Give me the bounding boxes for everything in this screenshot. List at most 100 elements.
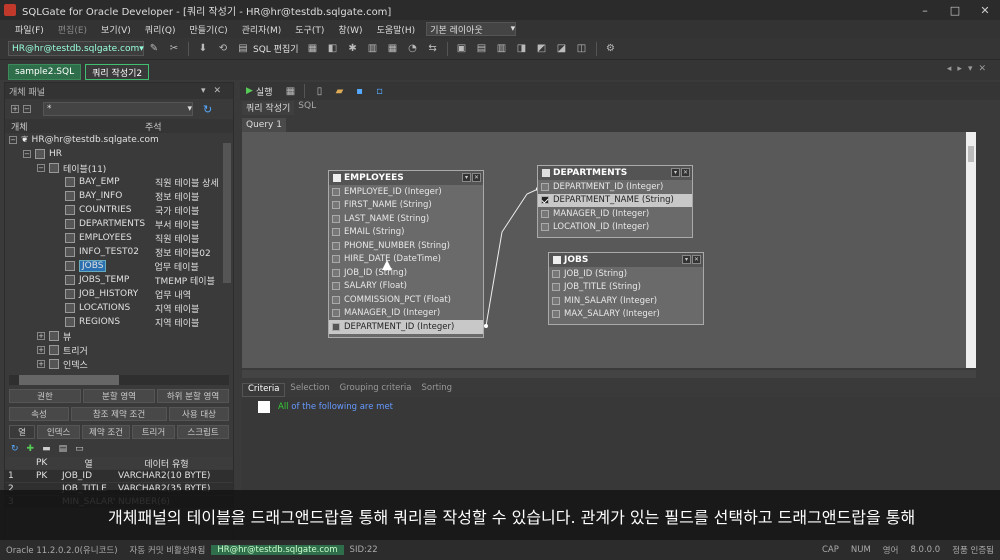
tree-connection[interactable]: − ❦ HR@hr@testdb.sqlgate.com (5, 133, 233, 147)
expand-all-icon[interactable]: + (11, 105, 19, 113)
field-checkbox[interactable] (332, 201, 340, 210)
tree-tables[interactable]: − 테이블(11) (5, 161, 233, 175)
field-checkbox[interactable] (332, 268, 340, 277)
entity-field[interactable]: EMAIL (String) (329, 226, 483, 240)
entity-field[interactable]: DEPARTMENT_ID (Integer) (538, 180, 692, 194)
collapse-icon[interactable]: − (9, 136, 17, 144)
collapse-icon[interactable]: − (23, 150, 31, 158)
entity-field[interactable]: LOCATION_ID (Integer) (538, 221, 692, 235)
entity-departments[interactable]: DEPARTMENTS ▾ ✕ DEPARTMENT_ID (Integer) DEP… (537, 165, 693, 238)
layout-select[interactable]: 기본 레이아웃 ▾ (426, 22, 517, 36)
tab-constraints[interactable]: 제약 조건 (82, 425, 130, 439)
tab-query1[interactable]: Query 1 (242, 118, 286, 132)
tree-table-item[interactable]: JOBS 업무 테이블 (5, 259, 233, 273)
schema-icon[interactable]: ▥ (365, 41, 381, 57)
tab-query-builder-view[interactable]: 쿼리 작성기 (242, 101, 295, 115)
print-icon[interactable]: ▤ (59, 444, 68, 454)
canvas-hscroll[interactable] (242, 370, 976, 378)
tree-table-item[interactable]: DEPARTMENTS 부서 테이블 (5, 217, 233, 231)
tree-indexes[interactable]: + 인덱스 (5, 357, 233, 371)
maximize-button[interactable]: □ (940, 0, 970, 20)
save-icon[interactable]: ▪ (351, 83, 367, 99)
entity-field[interactable]: DEPARTMENT_ID (Integer) (329, 320, 483, 334)
menu-window[interactable]: 창(W) (331, 23, 369, 36)
entity-field[interactable]: JOB_TITLE (String) (549, 281, 703, 295)
field-checkbox[interactable] (332, 187, 340, 196)
field-checkbox[interactable] (552, 310, 560, 319)
menu-query[interactable]: 쿼리(Q) (138, 23, 183, 36)
tab-criteria[interactable]: Criteria (242, 383, 286, 397)
field-checkbox[interactable] (541, 209, 549, 218)
expand-icon[interactable]: + (37, 332, 45, 340)
compare-icon[interactable]: ⇆ (425, 41, 441, 57)
layout7-icon[interactable]: ◫ (574, 41, 590, 57)
menu-file[interactable]: 파일(F) (8, 23, 51, 36)
criteria-all-link[interactable]: All (278, 402, 289, 412)
menu-view[interactable]: 보기(V) (94, 23, 138, 36)
field-checkbox[interactable] (552, 296, 560, 305)
entity-field[interactable]: SALARY (Float) (329, 280, 483, 294)
field-checkbox[interactable] (541, 196, 549, 205)
table-row[interactable]: 1 PK JOB_ID VARCHAR2(10 BYTE) (5, 470, 233, 483)
field-checkbox[interactable] (541, 223, 549, 232)
minimize-button[interactable]: – (910, 0, 940, 20)
tree-table-item[interactable]: EMPLOYEES 직원 테이블 (5, 231, 233, 245)
tree-schema[interactable]: − HR (5, 147, 233, 161)
remove-icon[interactable]: ▬ (42, 444, 51, 454)
expand-icon[interactable]: + (37, 346, 45, 354)
tab-nav-icons[interactable]: ◂▸▾✕ (947, 64, 992, 74)
entity-departments-header[interactable]: DEPARTMENTS ▾ ✕ (538, 166, 692, 180)
object-icon[interactable]: ◧ (325, 41, 341, 57)
tree-table-item[interactable]: BAY_INFO 정보 테이블 (5, 189, 233, 203)
comment-icon[interactable]: ▭ (75, 444, 84, 454)
field-checkbox[interactable] (332, 309, 340, 318)
tab-script[interactable]: 스크립트 (177, 425, 229, 439)
tab-columns[interactable]: 열 (9, 425, 35, 439)
tree-table-item[interactable]: REGIONS 지역 테이블 (5, 315, 233, 329)
tab-triggers[interactable]: 트리거 (131, 425, 176, 439)
tab-indexes[interactable]: 인덱스 (36, 425, 81, 439)
tree-table-item[interactable]: INFO_TEST02 정보 테이블02 (5, 245, 233, 259)
entity-field[interactable]: JOB_ID (String) (329, 266, 483, 280)
tree-table-item[interactable]: BAY_EMP 직원 테이블 상세 (5, 175, 233, 189)
menu-edit[interactable]: 편집(E) (51, 23, 94, 36)
collapse-all-icon[interactable]: − (23, 105, 31, 113)
run-button[interactable]: 실행 (256, 85, 273, 98)
save-as-icon[interactable]: ▫ (371, 83, 387, 99)
field-checkbox[interactable] (552, 269, 560, 278)
entity-jobs-header[interactable]: JOBS ▾ ✕ (549, 253, 703, 267)
entity-employees[interactable]: EMPLOYEES ▾ ✕ EMPLOYEE_ID (Integer) FIRST_N… (328, 170, 484, 338)
query-builder-icon[interactable]: ▦ (305, 41, 321, 57)
tab-grouping[interactable]: Grouping criteria (335, 383, 417, 397)
open-icon[interactable]: ▰ (331, 83, 347, 99)
tab-sample2-sql[interactable]: sample2.SQL (8, 64, 82, 80)
tab-used-by[interactable]: 사용 대상 (169, 407, 229, 421)
rollback-icon[interactable]: ⟲ (215, 41, 231, 57)
entity-field[interactable]: EMPLOYEE_ID (Integer) (329, 185, 483, 199)
entity-field[interactable]: MANAGER_ID (Integer) (329, 307, 483, 321)
entity-field[interactable]: JOB_ID (String) (549, 267, 703, 281)
tab-sorting[interactable]: Sorting (416, 383, 457, 397)
field-checkbox[interactable] (332, 241, 340, 250)
entity-field[interactable]: PHONE_NUMBER (String) (329, 239, 483, 253)
tree-table-item[interactable]: JOB_HISTORY 업무 내역 (5, 287, 233, 301)
field-checkbox[interactable] (541, 182, 549, 191)
run-icon[interactable]: ▶ (246, 86, 253, 96)
tab-partitions[interactable]: 분할 영역 (83, 389, 155, 403)
layout1-icon[interactable]: ▣ (454, 41, 470, 57)
debug-icon[interactable]: ✱ (345, 41, 361, 57)
layout2-icon[interactable]: ▤ (474, 41, 490, 57)
field-checkbox[interactable] (332, 255, 340, 264)
field-checkbox[interactable] (552, 283, 560, 292)
tree-views[interactable]: + 뷰 (5, 329, 233, 343)
tree-table-item[interactable]: COUNTRIES 국가 테이블 (5, 203, 233, 217)
settings-icon[interactable]: ⚙ (603, 41, 619, 57)
sql-editor-button[interactable]: SQL 편집기 (253, 42, 299, 55)
layout3-icon[interactable]: ▥ (494, 41, 510, 57)
layout5-icon[interactable]: ◩ (534, 41, 550, 57)
field-checkbox[interactable] (332, 322, 340, 331)
refresh-icon[interactable]: ↻ (11, 444, 19, 454)
menu-create[interactable]: 만들기(C) (182, 23, 234, 36)
entity-checkbox[interactable] (542, 169, 550, 177)
entity-field[interactable]: MANAGER_ID (Integer) (538, 207, 692, 221)
